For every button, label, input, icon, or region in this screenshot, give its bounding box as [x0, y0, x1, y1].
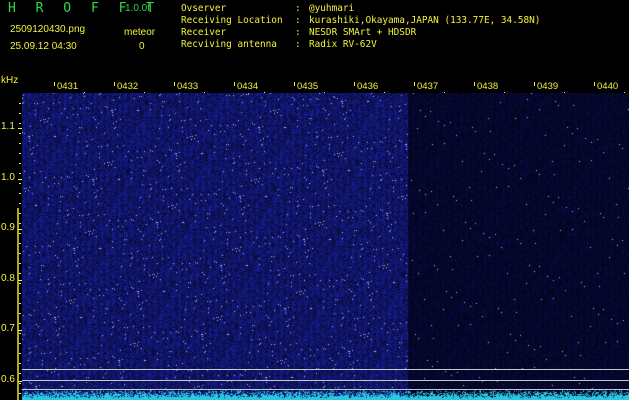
x-tick-mark	[234, 82, 235, 86]
y-minor-tick	[19, 313, 21, 314]
info-value: @yuhmari	[309, 3, 355, 14]
x-tick-mark	[594, 82, 595, 86]
app-version: 1.0.0f	[125, 3, 151, 14]
spectrogram	[22, 93, 629, 400]
y-axis-unit: kHz	[1, 75, 19, 86]
y-minor-tick	[19, 373, 21, 374]
y-minor-tick	[19, 153, 21, 154]
info-row-location: Receiving Location: kurashiki,Okayama,JAP…	[181, 15, 540, 27]
y-minor-tick	[19, 333, 21, 334]
x-tick-mark	[354, 82, 355, 86]
y-minor-tick	[19, 133, 21, 134]
meteor-label: meteor	[124, 27, 156, 38]
x-tick-mark	[474, 82, 475, 86]
info-row-observer: Ovserver: @yuhmari	[181, 3, 540, 15]
y-tick-label: 0.9	[1, 222, 15, 233]
station-info: Ovserver: @yuhmari Receiving Location: kur…	[181, 3, 540, 51]
info-value: kurashiki,Okayama,JAPAN (133.77E, 34.58N…	[309, 15, 541, 26]
timestamp: 25.09.12 04:30	[10, 41, 77, 52]
y-minor-tick	[19, 203, 21, 204]
x-tick-label: 0434	[237, 81, 259, 92]
spectrogram-canvas	[22, 93, 629, 400]
y-minor-tick	[19, 223, 21, 224]
meteor-count: 0	[139, 41, 145, 52]
x-tick-mark	[414, 82, 415, 86]
y-minor-tick	[19, 163, 21, 164]
y-tick-label: 1.1	[1, 121, 15, 132]
info-sep: :	[295, 15, 301, 26]
y-minor-tick	[19, 213, 21, 214]
info-key: Ovserver	[181, 3, 227, 14]
y-minor-tick	[19, 393, 21, 394]
x-tick-label: 0432	[117, 81, 139, 92]
left-level-bar	[17, 208, 19, 400]
x-tick-mark	[114, 82, 115, 86]
reference-line	[22, 380, 629, 381]
header-panel: H R O F F T 1.0.0f 2509120430.png 25.09.…	[0, 0, 629, 76]
reference-line	[22, 369, 629, 370]
y-minor-tick	[19, 193, 21, 194]
info-row-receiver: Receiver: NESDR SMArt + HDSDR	[181, 27, 540, 39]
y-minor-tick	[19, 383, 21, 384]
y-minor-tick	[19, 113, 21, 114]
y-minor-tick	[19, 183, 21, 184]
y-tick-label: 0.6	[1, 374, 15, 385]
y-minor-tick	[19, 283, 21, 284]
info-sep: :	[295, 3, 301, 14]
info-sep: :	[295, 39, 301, 50]
y-minor-tick	[19, 323, 21, 324]
y-minor-tick	[19, 273, 21, 274]
y-minor-tick	[19, 303, 21, 304]
y-minor-tick	[19, 343, 21, 344]
info-row-antenna: Recviving antenna: Radix RV-62V	[181, 39, 540, 51]
y-tick-label: 0.7	[1, 323, 15, 334]
y-minor-tick	[19, 243, 21, 244]
image-filename: 2509120430.png	[10, 24, 86, 35]
x-tick-label: 0435	[297, 81, 319, 92]
y-minor-tick	[19, 173, 21, 174]
x-tick-mark	[54, 82, 55, 86]
y-tick-label: 0.8	[1, 273, 15, 284]
y-minor-tick	[19, 103, 21, 104]
y-tick-label: 1.0	[1, 172, 15, 183]
info-value: Radix RV-62V	[309, 39, 377, 50]
x-tick-label: 0437	[417, 81, 439, 92]
x-tick-label: 0433	[177, 81, 199, 92]
info-key: Receiving Location	[181, 15, 283, 26]
x-tick-mark	[294, 82, 295, 86]
reference-line	[22, 389, 629, 390]
y-minor-tick	[19, 123, 21, 124]
info-key: Receiver	[181, 27, 227, 38]
x-tick-label: 0440	[597, 81, 619, 92]
x-tick-mark	[534, 82, 535, 86]
x-tick-label: 0439	[537, 81, 559, 92]
info-sep: :	[295, 27, 301, 38]
y-minor-tick	[19, 263, 21, 264]
info-value: NESDR SMArt + HDSDR	[309, 27, 417, 38]
x-tick-label: 0436	[357, 81, 379, 92]
y-minor-tick	[19, 293, 21, 294]
y-minor-tick	[19, 253, 21, 254]
y-minor-tick	[19, 353, 21, 354]
x-tick-label: 0431	[57, 81, 79, 92]
x-tick-label: 0438	[477, 81, 499, 92]
y-minor-tick	[19, 233, 21, 234]
x-tick-mark	[174, 82, 175, 86]
y-minor-tick	[19, 143, 21, 144]
y-minor-tick	[19, 363, 21, 364]
info-key: Recviving antenna	[181, 39, 277, 50]
